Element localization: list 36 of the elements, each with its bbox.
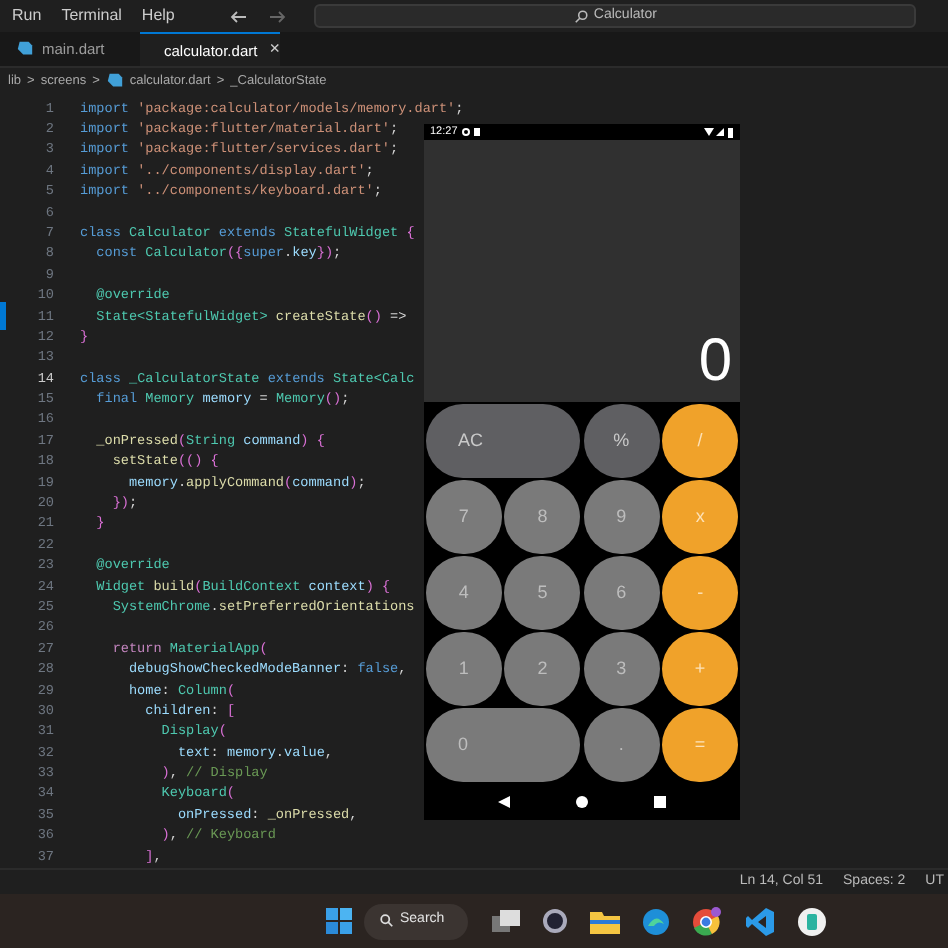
search-icon	[380, 914, 394, 929]
calculator-key[interactable]: .	[583, 708, 660, 782]
code-editor-icon[interactable]	[746, 907, 774, 936]
menu-item[interactable]: Help	[141, 4, 175, 29]
windows-logo-icon[interactable]	[326, 908, 352, 935]
calculator-key[interactable]: 9	[583, 480, 660, 554]
signal-battery-icon	[704, 127, 734, 137]
calculator-key[interactable]: 6	[583, 556, 660, 630]
menu-item[interactable]: Terminal	[61, 4, 122, 29]
calculator-key[interactable]: 7	[426, 480, 502, 554]
calculator-key[interactable]: 5	[504, 556, 581, 630]
sd-card-icon	[473, 128, 480, 136]
close-tab-button[interactable]: ×	[269, 36, 280, 64]
menu-item[interactable]: Run	[12, 4, 42, 29]
dart-file-icon	[16, 40, 34, 59]
calculator-key[interactable]: 4	[426, 556, 502, 630]
back-arrow-icon[interactable]	[230, 9, 249, 24]
recents-icon[interactable]	[654, 796, 667, 808]
home-icon[interactable]	[575, 796, 588, 808]
forward-arrow-icon[interactable]	[268, 9, 287, 24]
calculator-key[interactable]: 0	[426, 708, 581, 782]
calculator-key[interactable]: %	[583, 404, 660, 478]
ring-icon[interactable]	[542, 908, 568, 935]
browser-icon[interactable]	[642, 907, 670, 936]
calculator-key[interactable]: 1	[426, 632, 502, 706]
task-view-icon[interactable]	[492, 909, 520, 934]
calculator-key[interactable]: 8	[504, 480, 581, 554]
search-icon	[573, 9, 588, 24]
calculator-key[interactable]: AC	[426, 404, 581, 478]
folder-icon[interactable]	[590, 909, 620, 934]
display-value: 0	[698, 328, 732, 396]
back-icon[interactable]	[497, 796, 510, 808]
calculator-key[interactable]: 2	[504, 632, 581, 706]
calculator-key[interactable]: 3	[583, 632, 660, 706]
browser-icon[interactable]	[692, 906, 722, 937]
phone-app-icon[interactable]	[798, 907, 826, 936]
